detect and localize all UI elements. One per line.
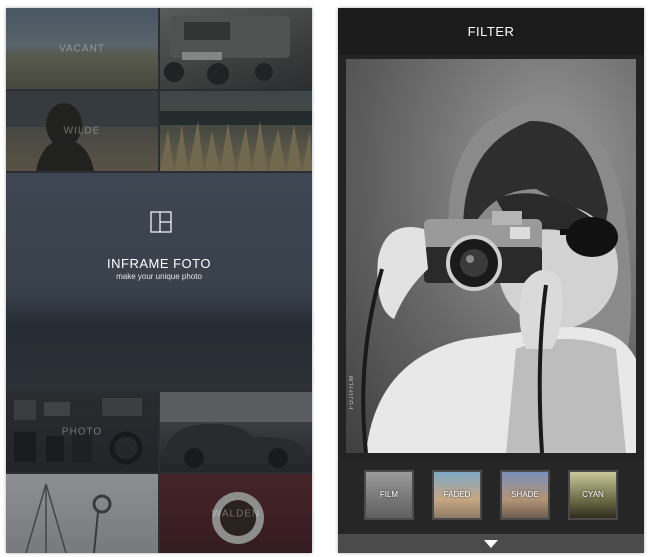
filter-thumbnail-strip: FILM FADED SHADE CYAN (338, 460, 644, 534)
car-image (160, 8, 312, 89)
tile-label: PHOTO (61, 426, 103, 438)
photo-tile-grass[interactable] (160, 91, 312, 171)
woman-with-camera-image (361, 102, 636, 453)
filter-thumb-shade[interactable]: SHADE (500, 470, 550, 520)
app-title: INFRAME FOTO (107, 256, 211, 271)
filter-screen: FILTER FUJIFILM FILM FADED SHADE CYAN (338, 8, 644, 553)
studio-light-image (6, 474, 158, 553)
photo-tile-girl[interactable]: WILDE (6, 91, 158, 171)
filter-thumb-film[interactable]: FILM (364, 470, 414, 520)
grass-field-image (160, 91, 312, 171)
filter-thumb-cyan[interactable]: CYAN (568, 470, 618, 520)
photo-preview[interactable]: FUJIFILM (346, 59, 636, 453)
photo-tile-coffee[interactable]: WALDEN (160, 474, 312, 553)
screen-title: FILTER (467, 24, 515, 39)
tile-label: VACANT (59, 43, 105, 54)
bottom-bar[interactable] (338, 534, 644, 553)
hero-banner: INFRAME FOTO make your unique photo (6, 173, 312, 390)
filter-label: FILM (379, 490, 399, 499)
filter-thumb-faded[interactable]: FADED (432, 470, 482, 520)
frame-layout-icon (150, 211, 172, 233)
camera-brand-text: FUJIFILM (349, 375, 355, 410)
photo-tile-classic-cars[interactable] (160, 392, 312, 472)
filter-header: FILTER (338, 8, 644, 55)
chevron-down-icon[interactable] (484, 540, 498, 548)
filter-label: FADED (443, 490, 471, 499)
photo-tile-sky[interactable]: VACANT (6, 8, 158, 89)
app-tagline: make your unique photo (116, 272, 202, 281)
photo-tile-studio[interactable] (6, 474, 158, 553)
classic-cars-image (160, 392, 312, 472)
inframe-home-screen: VACANT WILDE INFRAME FOTO make your uniq… (6, 8, 312, 553)
photo-tile-flatlay[interactable]: PHOTO (6, 392, 158, 472)
filter-label: SHADE (511, 490, 539, 499)
filter-label: CYAN (582, 490, 604, 499)
photo-tile-car[interactable] (160, 8, 312, 89)
tile-label: WALDEN (211, 508, 261, 519)
tile-label: WILDE (63, 125, 101, 137)
